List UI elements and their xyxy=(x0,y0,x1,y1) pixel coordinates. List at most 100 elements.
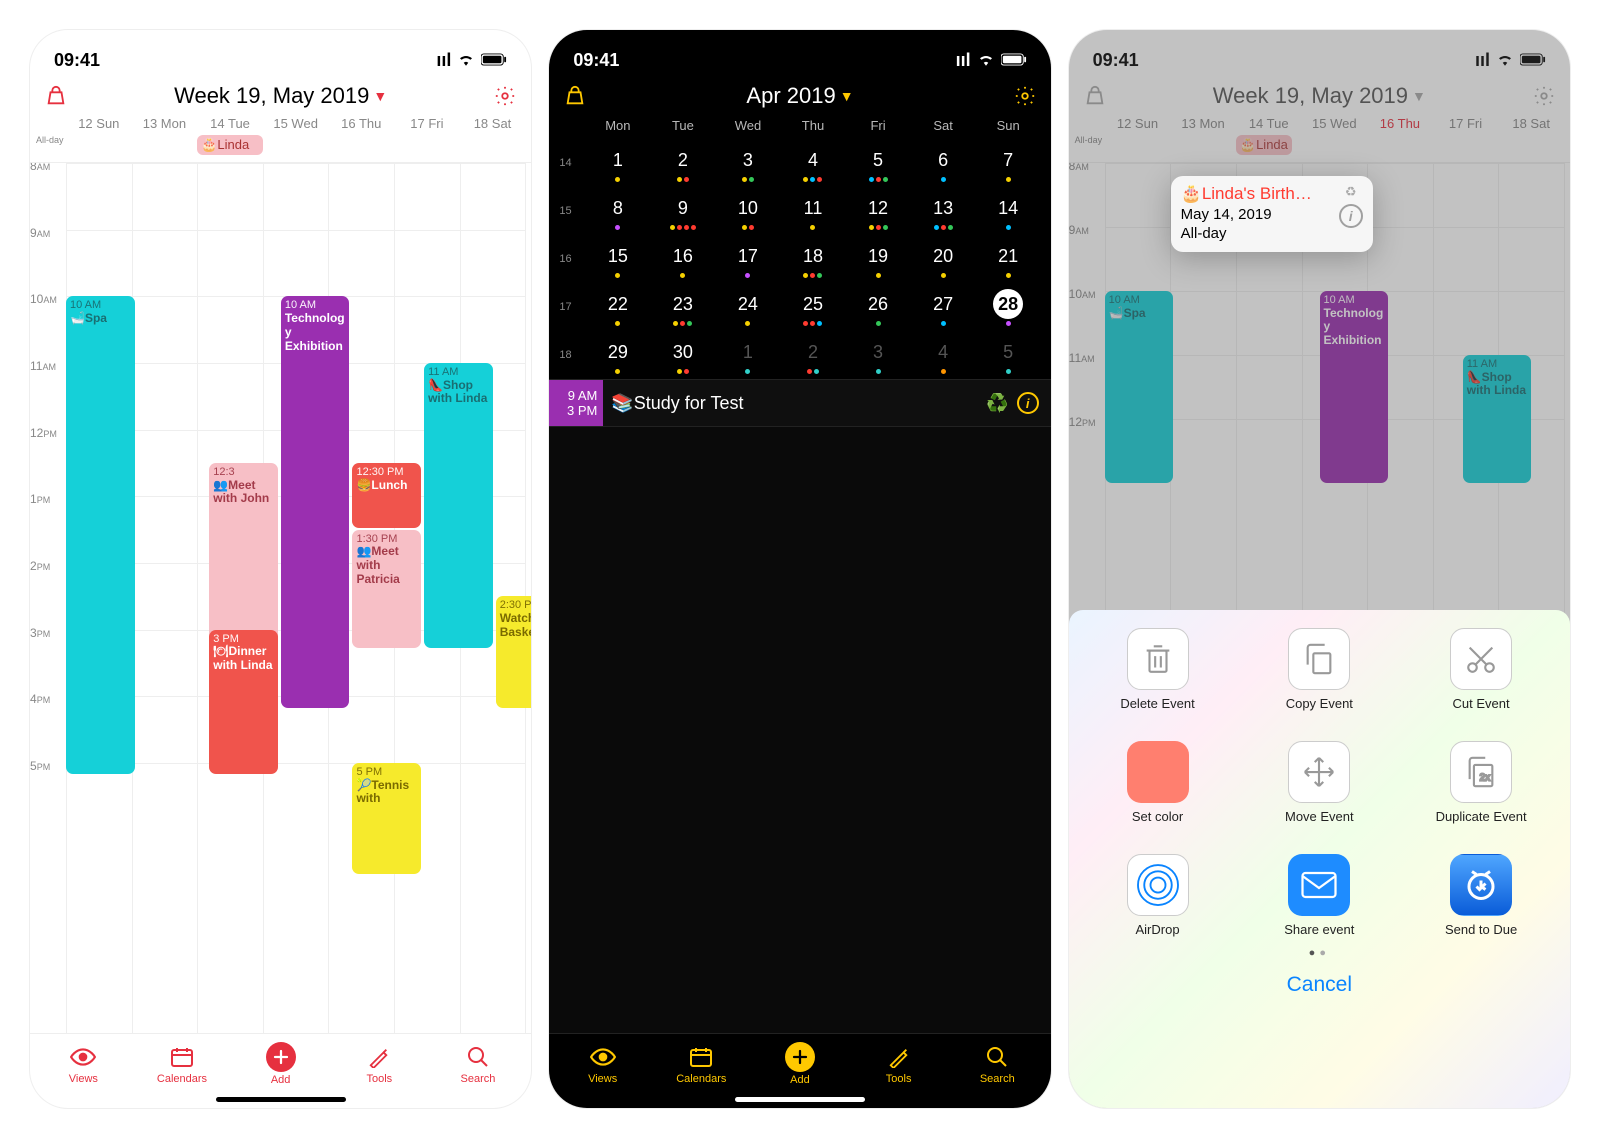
tab-tools[interactable]: Tools xyxy=(344,1043,414,1085)
action-duplicate[interactable]: 2xDuplicate Event xyxy=(1436,741,1527,824)
action-setcolor[interactable]: Set color xyxy=(1127,741,1189,824)
action-cut[interactable]: Cut Event xyxy=(1450,628,1512,711)
month-day[interactable]: 22 xyxy=(585,283,650,331)
week-number: 15 xyxy=(559,187,585,235)
month-day[interactable]: 24 xyxy=(715,283,780,331)
month-day[interactable]: 30 xyxy=(650,331,715,379)
day-header[interactable]: 18 Sat xyxy=(460,116,526,131)
month-day[interactable]: 4 xyxy=(911,331,976,379)
day-header[interactable]: 14 Tue xyxy=(197,116,263,131)
month-day[interactable]: 13 xyxy=(911,187,976,235)
gear-icon[interactable] xyxy=(1013,84,1037,108)
calendar-event[interactable]: 11 AM👠Shop with Linda xyxy=(424,363,493,648)
day-header[interactable]: 13 Mon xyxy=(132,116,198,131)
tab-views[interactable]: Views xyxy=(568,1043,638,1085)
month-day[interactable]: 29 xyxy=(585,331,650,379)
month-day[interactable]: 3 xyxy=(846,331,911,379)
month-day[interactable]: 1 xyxy=(585,139,650,187)
tab-label: Search xyxy=(980,1073,1015,1085)
tab-views[interactable]: Views xyxy=(48,1043,118,1085)
calendar-event[interactable]: 10 AMTechnology Exhibition xyxy=(281,296,350,707)
tab-label: Tools xyxy=(886,1073,912,1085)
month-day[interactable]: 5 xyxy=(846,139,911,187)
action-airdrop[interactable]: AirDrop xyxy=(1127,854,1189,937)
month-day[interactable]: 10 xyxy=(715,187,780,235)
page-title[interactable]: Week 19, May 2019 ▼ xyxy=(174,83,387,109)
calendar-event[interactable]: 5 PM🎾Tennis with xyxy=(352,763,421,874)
month-day[interactable]: 6 xyxy=(911,139,976,187)
day-header[interactable]: 12 Sun xyxy=(66,116,132,131)
handbag-icon[interactable] xyxy=(44,84,68,108)
action-move[interactable]: Move Event xyxy=(1285,741,1354,824)
device-week-view: 09:41 ııl Week 19, May 2019 ▼ 12 Sun13 M… xyxy=(30,30,531,1108)
month-day[interactable]: 21 xyxy=(976,235,1041,283)
action-label: Send to Due xyxy=(1445,922,1517,937)
month-day[interactable]: 16 xyxy=(650,235,715,283)
month-day[interactable]: 1 xyxy=(715,331,780,379)
tools-icon xyxy=(365,1043,393,1071)
tab-label: Add xyxy=(790,1074,810,1086)
month-day[interactable]: 5 xyxy=(976,331,1041,379)
day-header[interactable]: 16 Thu xyxy=(328,116,394,131)
copy-icon xyxy=(1288,628,1350,690)
month-day[interactable]: 2 xyxy=(650,139,715,187)
action-copy[interactable]: Copy Event xyxy=(1286,628,1353,711)
action-label: AirDrop xyxy=(1135,922,1179,937)
week-number: 18 xyxy=(559,331,585,379)
handbag-icon[interactable] xyxy=(563,84,587,108)
calendar-event[interactable]: 10 AM🛁Spa xyxy=(66,296,135,774)
month-day[interactable]: 17 xyxy=(715,235,780,283)
month-day[interactable]: 27 xyxy=(911,283,976,331)
chevron-down-icon: ▼ xyxy=(373,88,387,104)
month-day[interactable]: 12 xyxy=(846,187,911,235)
month-day[interactable]: 25 xyxy=(780,283,845,331)
month-day[interactable]: 7 xyxy=(976,139,1041,187)
month-day[interactable]: 15 xyxy=(585,235,650,283)
month-day[interactable]: 19 xyxy=(846,235,911,283)
calendar-event[interactable]: 12:3👥Meet with John xyxy=(209,463,278,648)
action-due[interactable]: Send to Due xyxy=(1445,854,1517,937)
selected-day-event[interactable]: 9 AM 3 PM 📚Study for Test ♻️ i xyxy=(549,379,1050,427)
month-day[interactable]: 3 xyxy=(715,139,780,187)
day-header[interactable]: 15 Wed xyxy=(263,116,329,131)
tab-add[interactable]: Add xyxy=(765,1042,835,1086)
weekday-label: Sun xyxy=(976,118,1041,133)
event-time-strip: 9 AM 3 PM xyxy=(549,380,603,426)
month-day[interactable]: 8 xyxy=(585,187,650,235)
month-day[interactable]: 14 xyxy=(976,187,1041,235)
month-day[interactable]: 18 xyxy=(780,235,845,283)
tab-search[interactable]: Search xyxy=(962,1043,1032,1085)
battery-icon xyxy=(481,50,507,71)
cancel-button[interactable]: Cancel xyxy=(1087,959,1552,1011)
page-title[interactable]: Apr 2019 ▼ xyxy=(746,83,853,109)
gear-icon[interactable] xyxy=(493,84,517,108)
action-delete[interactable]: Delete Event xyxy=(1120,628,1194,711)
week-body[interactable]: 8AM9AM10AM11AM12PM1PM2PM3PM4PM5PM 10 AM🛁… xyxy=(30,163,531,1033)
tab-add[interactable]: Add xyxy=(246,1042,316,1086)
tab-calendars[interactable]: Calendars xyxy=(147,1043,217,1085)
event-popover[interactable]: 🎂Linda's Birthd… May 14, 2019 All-day ♻ … xyxy=(1171,176,1373,252)
day-header[interactable]: 17 Fri xyxy=(394,116,460,131)
month-day[interactable]: 20 xyxy=(911,235,976,283)
tab-tools[interactable]: Tools xyxy=(864,1043,934,1085)
calendar-event[interactable]: 3 PM🍽Dinner with Linda xyxy=(209,630,278,775)
month-day[interactable]: 28 xyxy=(976,283,1041,331)
tab-label: Calendars xyxy=(676,1073,726,1085)
month-day[interactable]: 11 xyxy=(780,187,845,235)
month-grid[interactable]: 1412345671589101112131416151617181920211… xyxy=(549,139,1050,379)
action-share[interactable]: Share event xyxy=(1284,854,1354,937)
month-day[interactable]: 9 xyxy=(650,187,715,235)
calendar-event[interactable]: 12:30 PM🍔Lunch xyxy=(352,463,421,528)
calendar-event[interactable]: 1:30 PM👥Meet with Patricia xyxy=(352,530,421,648)
tab-search[interactable]: Search xyxy=(443,1043,513,1085)
calendar-event[interactable]: 2:30 PMWatch Basketball xyxy=(496,596,532,707)
month-day[interactable]: 2 xyxy=(780,331,845,379)
tab-calendars[interactable]: Calendars xyxy=(666,1043,736,1085)
calendars-icon xyxy=(168,1043,196,1071)
allday-event[interactable]: 🎂Linda xyxy=(197,135,263,155)
month-day[interactable]: 4 xyxy=(780,139,845,187)
month-day[interactable]: 26 xyxy=(846,283,911,331)
info-icon[interactable]: i xyxy=(1017,392,1039,414)
info-icon[interactable]: i xyxy=(1339,204,1363,228)
month-day[interactable]: 23 xyxy=(650,283,715,331)
